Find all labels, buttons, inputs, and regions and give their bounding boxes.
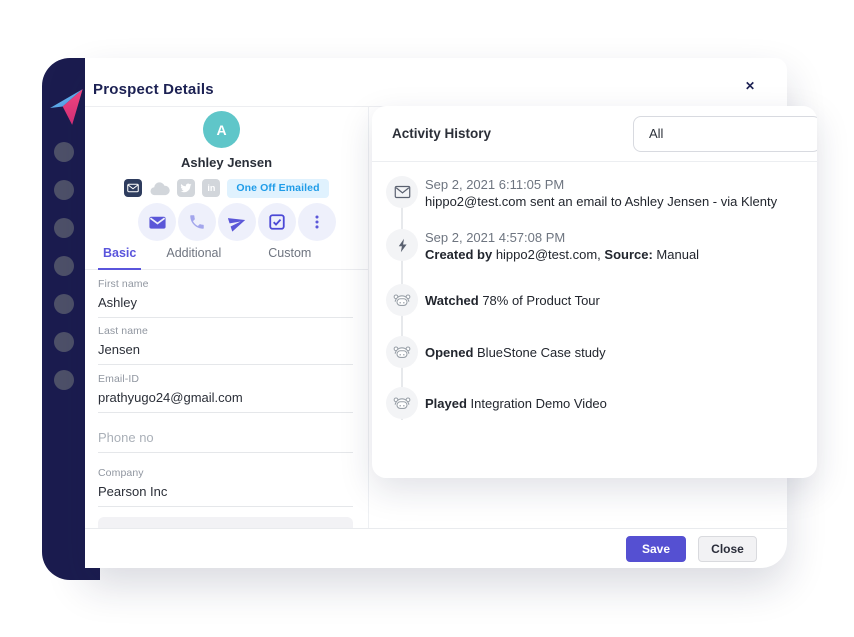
hippo-icon bbox=[386, 387, 418, 419]
hippo-icon bbox=[386, 336, 418, 368]
tab-custom[interactable]: Custom bbox=[263, 244, 316, 269]
linkedin-icon[interactable]: in bbox=[202, 179, 220, 197]
sidebar-nav-dot[interactable] bbox=[54, 142, 74, 162]
sidebar-nav-dot[interactable] bbox=[54, 332, 74, 352]
tab-additional[interactable]: Additional bbox=[161, 244, 226, 269]
more-options-button[interactable] bbox=[298, 203, 336, 241]
field-label: First name bbox=[98, 278, 353, 290]
email-field[interactable] bbox=[98, 390, 353, 413]
task-checkbox-button[interactable] bbox=[258, 203, 296, 241]
event-timestamp: Sep 2, 2021 4:57:08 PM bbox=[425, 229, 699, 246]
lightning-icon bbox=[386, 229, 418, 261]
call-button[interactable] bbox=[178, 203, 216, 241]
avatar: A bbox=[203, 111, 240, 148]
field-email: Email-ID bbox=[98, 373, 353, 413]
event-text: hippo2@test.com sent an email to Ashley … bbox=[425, 193, 777, 210]
event-text: Played Integration Demo Video bbox=[425, 395, 607, 412]
hippo-icon bbox=[386, 284, 418, 316]
action-button-row bbox=[138, 203, 336, 241]
field-label: Last name bbox=[98, 325, 353, 337]
sidebar-nav-dot[interactable] bbox=[54, 218, 74, 238]
field-first-name: First name bbox=[98, 278, 353, 318]
activity-history-panel: Activity History All Sep 2, 2021 6:11:05… bbox=[372, 106, 817, 478]
app-logo-icon bbox=[48, 86, 90, 128]
field-label: Company bbox=[98, 467, 353, 479]
cloud-icon[interactable] bbox=[149, 181, 170, 196]
last-name-input[interactable] bbox=[98, 342, 353, 365]
modal-header: Prospect Details bbox=[85, 58, 787, 107]
field-label: Email-ID bbox=[98, 373, 353, 385]
page-title: Prospect Details bbox=[93, 81, 214, 98]
activity-event: Opened BlueStone Case study bbox=[386, 336, 606, 368]
sidebar-nav-dot[interactable] bbox=[54, 370, 74, 390]
activity-filter-dropdown[interactable]: All bbox=[633, 116, 817, 152]
status-badge: One Off Emailed bbox=[227, 179, 328, 198]
detail-tabs: Basic Additional Custom bbox=[85, 244, 368, 270]
sidebar-nav-dot[interactable] bbox=[54, 180, 74, 200]
close-icon[interactable]: ✕ bbox=[745, 80, 755, 92]
envelope-icon bbox=[386, 176, 418, 208]
event-timestamp: Sep 2, 2021 6:11:05 PM bbox=[425, 176, 777, 193]
page-background: Prospect Details ✕ A Ashley Jensen in On… bbox=[0, 0, 854, 637]
activity-event: Sep 2, 2021 6:11:05 PM hippo2@test.com s… bbox=[386, 176, 777, 210]
hidden-action-button[interactable] bbox=[98, 517, 353, 528]
first-name-input[interactable] bbox=[98, 295, 353, 318]
sidebar-nav-dot[interactable] bbox=[54, 294, 74, 314]
send-email-button[interactable] bbox=[138, 203, 176, 241]
send-sequence-button[interactable] bbox=[218, 203, 256, 241]
twitter-icon[interactable] bbox=[177, 179, 195, 197]
activity-event: Played Integration Demo Video bbox=[386, 387, 607, 419]
email-channel-icon[interactable] bbox=[124, 179, 142, 197]
modal-footer: Save Close bbox=[85, 528, 787, 568]
company-input[interactable] bbox=[98, 484, 353, 507]
activity-title: Activity History bbox=[392, 126, 491, 141]
sidebar-nav-dot[interactable] bbox=[54, 256, 74, 276]
save-button[interactable]: Save bbox=[626, 536, 686, 562]
activity-event: Watched 78% of Product Tour bbox=[386, 284, 600, 316]
event-text: Opened BlueStone Case study bbox=[425, 344, 606, 361]
field-phone bbox=[98, 430, 353, 453]
tab-basic[interactable]: Basic bbox=[98, 244, 141, 270]
close-button[interactable]: Close bbox=[698, 536, 757, 562]
field-last-name: Last name bbox=[98, 325, 353, 365]
activity-event: Sep 2, 2021 4:57:08 PM Created by hippo2… bbox=[386, 229, 699, 263]
field-company: Company bbox=[98, 467, 353, 507]
panel-divider bbox=[368, 107, 369, 528]
prospect-name: Ashley Jensen bbox=[85, 155, 368, 170]
event-text: Watched 78% of Product Tour bbox=[425, 292, 600, 309]
channel-status-row: in One Off Emailed bbox=[85, 178, 368, 198]
event-text: Created by hippo2@test.com, Source: Manu… bbox=[425, 246, 699, 263]
phone-input[interactable] bbox=[98, 430, 353, 453]
